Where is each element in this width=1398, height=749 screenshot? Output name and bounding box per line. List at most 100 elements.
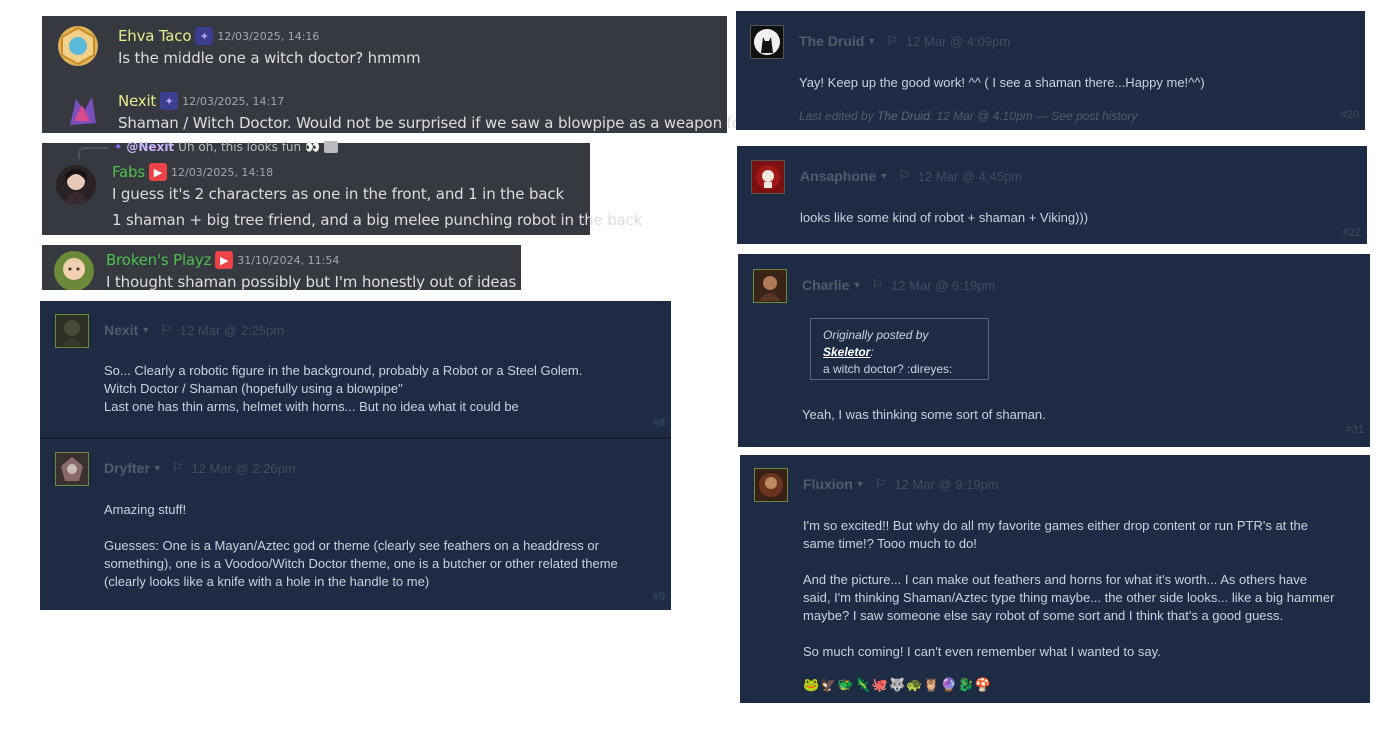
emote-icon: 🐲 xyxy=(837,677,854,692)
reply-preview[interactable]: ✦ @Nexit Uh oh, this looks fun 👀 xyxy=(114,140,338,154)
post-text: same time!? Tooo much to do! xyxy=(803,536,977,551)
fabs-avatar-icon[interactable] xyxy=(56,165,96,205)
post-date: 12 Mar @ 9:19pm xyxy=(894,476,999,492)
chevron-down-icon[interactable]: ▼ xyxy=(856,479,865,489)
award-icon[interactable]: ⚐ xyxy=(160,322,172,338)
emote-icon: 🦅 xyxy=(820,677,837,692)
timestamp: 12/03/2025, 14:16 xyxy=(217,29,320,43)
award-icon[interactable]: ⚐ xyxy=(875,476,887,492)
role-badge-icon: ✦ xyxy=(195,27,214,45)
post-text: Yeah, I was thinking some sort of shaman… xyxy=(802,407,1046,422)
award-icon[interactable]: ⚐ xyxy=(871,277,883,293)
post-text: said, I'm thinking Shaman/Aztec type thi… xyxy=(803,590,1335,605)
dryfter-avatar-icon[interactable] xyxy=(55,452,89,486)
post-number[interactable]: #9 xyxy=(653,591,665,603)
image-icon xyxy=(323,141,338,153)
username[interactable]: Broken's Playz xyxy=(106,251,211,269)
stream-badge-icon: ▶ xyxy=(148,163,167,181)
broken-avatar-icon[interactable] xyxy=(54,251,94,290)
quote-prefix: Originally posted by xyxy=(823,328,929,342)
post-text: So much coming! I can't even remember wh… xyxy=(803,644,1161,659)
post-number[interactable]: #22 xyxy=(1343,227,1361,239)
forum-post: Dryfter ▼ ⚐ 12 Mar @ 2:26pm Amazing stuf… xyxy=(40,439,671,610)
post-text: So... Clearly a robotic figure in the ba… xyxy=(104,363,583,378)
nexit-avatar-icon[interactable] xyxy=(55,314,89,348)
username[interactable]: Nexit xyxy=(118,92,156,110)
post-text: looks like some kind of robot + shaman +… xyxy=(800,210,1089,225)
post-text: Yay! Keep up the good work! ^^ ( I see a… xyxy=(799,75,1205,90)
forum-post: Nexit ▼ ⚐ 12 Mar @ 2:25pm So... Clearly … xyxy=(40,301,671,437)
post-text: (clearly looks like a knife with a hole … xyxy=(104,574,430,589)
quote-block: Originally posted by Skeletor: a witch d… xyxy=(810,318,989,380)
post-date: 12 Mar @ 6:19pm xyxy=(891,277,996,293)
post-text: Witch Doctor / Shaman (hopefully using a… xyxy=(104,381,403,396)
emote-icon: 🦎 xyxy=(854,677,871,692)
message-text: 1 shaman + big tree friend, and a big me… xyxy=(112,211,643,229)
post-date: 12 Mar @ 2:25pm xyxy=(179,322,285,338)
post-text: maybe? I saw someone else say robot of s… xyxy=(803,608,1284,623)
award-icon[interactable]: ⚐ xyxy=(886,33,898,49)
emote-icon: 🐉 xyxy=(957,677,974,692)
taco-avatar-icon[interactable] xyxy=(58,26,98,66)
reply-connector xyxy=(78,147,108,159)
emote-icon: 🐺 xyxy=(888,677,906,692)
message-text: I thought shaman possibly but I'm honest… xyxy=(106,273,521,290)
chevron-down-icon[interactable]: ▼ xyxy=(867,36,876,46)
ansaphone-avatar-icon[interactable] xyxy=(751,160,785,194)
quote-author-link[interactable]: Skeletor xyxy=(823,345,870,359)
discord-panel-3: Broken's Playz ▶ 31/10/2024, 11:54 I tho… xyxy=(42,245,521,290)
post-date: 12 Mar @ 4:09pm xyxy=(905,33,1011,49)
chevron-down-icon[interactable]: ▼ xyxy=(852,280,861,290)
username[interactable]: The Druid xyxy=(799,33,864,49)
role-badge-icon: ✦ xyxy=(160,92,179,110)
chevron-down-icon[interactable]: ▼ xyxy=(879,171,888,181)
reply-text: Uh oh, this looks fun 👀 xyxy=(178,140,320,154)
timestamp: 31/10/2024, 11:54 xyxy=(237,253,340,267)
post-number[interactable]: #20 xyxy=(1341,109,1359,121)
username[interactable]: Ehva Taco xyxy=(118,27,192,45)
edit-note: Last edited by The Druid; 12 Mar @ 4:10p… xyxy=(799,109,1137,123)
post-history-link[interactable]: ; 12 Mar @ 4:10pm — See post history xyxy=(930,109,1138,123)
post-text: something), one is a Voodoo/Witch Doctor… xyxy=(104,556,618,571)
chevron-down-icon[interactable]: ▼ xyxy=(141,325,150,335)
discord-panel-2: ✦ @Nexit Uh oh, this looks fun 👀 Fabs ▶ … xyxy=(42,140,642,235)
post-number[interactable]: #8 xyxy=(653,417,665,429)
druid-avatar-icon[interactable] xyxy=(750,25,784,59)
nexit-avatar-icon[interactable] xyxy=(62,91,102,131)
username[interactable]: Charlie xyxy=(802,277,849,293)
message-text: Shaman / Witch Doctor. Would not be surp… xyxy=(118,114,780,132)
post-text: I'm so excited!! But why do all my favor… xyxy=(803,518,1308,533)
steam-post-fluxion: Fluxion ▼ ⚐ 12 Mar @ 9:19pm I'm so excit… xyxy=(740,455,1370,703)
emote-icon: 🍄 xyxy=(974,677,992,692)
quote-attribution: Originally posted by Skeletor: xyxy=(823,327,976,361)
username[interactable]: Fluxion xyxy=(803,476,853,492)
charlie-avatar-icon[interactable] xyxy=(753,269,787,303)
post-number[interactable]: #31 xyxy=(1346,424,1364,436)
steam-thread-left: Nexit ▼ ⚐ 12 Mar @ 2:25pm So... Clearly … xyxy=(40,301,671,610)
emote-icon: 🐙 xyxy=(871,677,888,692)
post-date: 12 Mar @ 2:26pm xyxy=(191,460,296,476)
award-icon[interactable]: ⚐ xyxy=(172,460,184,476)
username[interactable]: Ansaphone xyxy=(800,168,876,184)
fluxion-avatar-icon[interactable] xyxy=(754,468,788,502)
username[interactable]: Dryfter xyxy=(104,460,150,476)
edit-author-link[interactable]: The Druid xyxy=(877,109,930,123)
emote-icon: 🦉 xyxy=(923,677,940,692)
reply-mention[interactable]: @Nexit xyxy=(126,140,174,154)
post-text: Amazing stuff! xyxy=(104,502,187,517)
award-icon[interactable]: ⚐ xyxy=(898,168,910,184)
discord-panel-1: Ehva Taco ✦ 12/03/2025, 14:16 Is the mid… xyxy=(42,16,779,133)
username[interactable]: Fabs xyxy=(112,163,145,181)
emote-icon: 🐸 xyxy=(803,677,820,692)
message-text: Is the middle one a witch doctor? hmmm xyxy=(118,49,421,67)
edit-prefix: Last edited by xyxy=(799,109,878,123)
timestamp: 12/03/2025, 14:18 xyxy=(170,165,274,179)
post-date: 12 Mar @ 4:45pm xyxy=(917,168,1023,184)
chevron-down-icon[interactable]: ▼ xyxy=(153,463,162,473)
timestamp: 12/03/2025, 14:17 xyxy=(182,94,285,108)
stream-badge-icon: ▶ xyxy=(215,251,234,269)
steam-post-druid: The Druid ▼ ⚐ 12 Mar @ 4:09pm Yay! Keep … xyxy=(736,11,1365,130)
username[interactable]: Nexit xyxy=(104,322,138,338)
emote-icon: 🐢 xyxy=(906,677,923,692)
post-text: Guesses: One is a Mayan/Aztec god or the… xyxy=(104,538,599,553)
